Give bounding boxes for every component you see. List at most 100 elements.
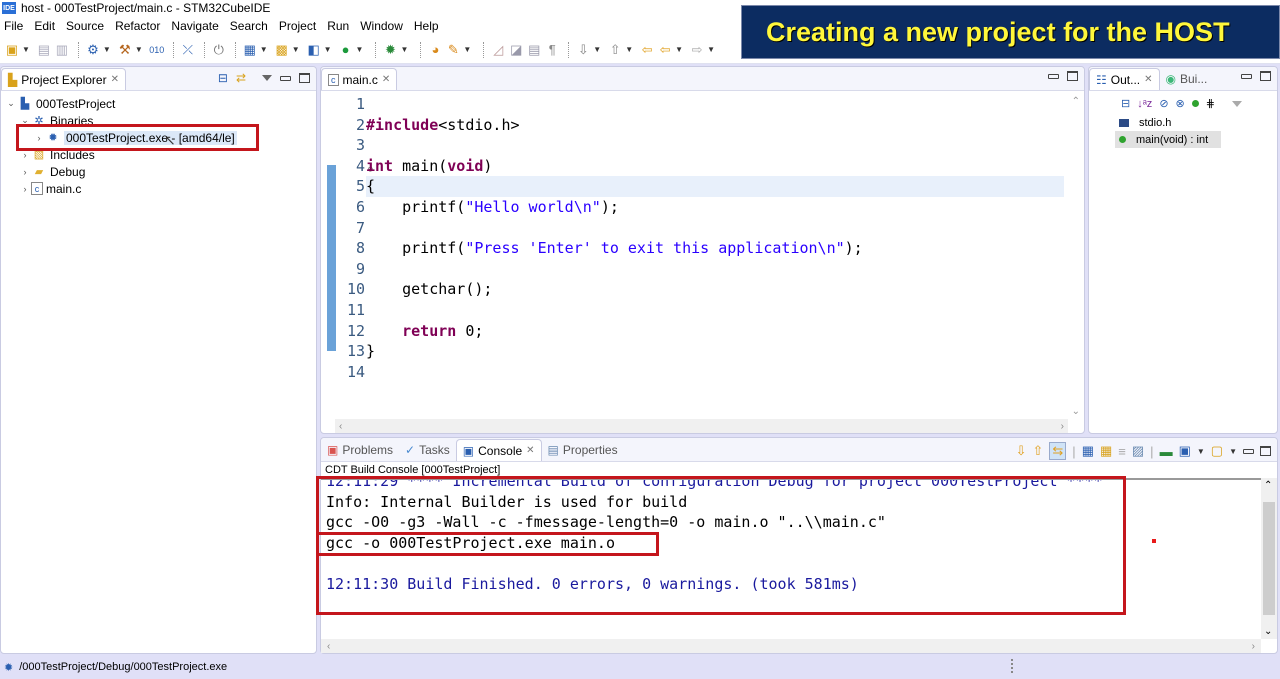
back-dropdown-icon[interactable]: ▼ [675,45,683,54]
run-dropdown-icon[interactable]: ▼ [356,45,364,54]
scroll-up-icon[interactable]: ⌃ [1072,96,1080,107]
maximize-icon[interactable] [1067,71,1078,81]
minimize-icon[interactable] [1243,448,1254,454]
debug-bug-icon[interactable]: ✹ [382,42,398,58]
minimize-icon[interactable] [280,75,291,81]
pencil-dropdown-icon[interactable]: ▼ [463,45,471,54]
tab-build-targets[interactable]: ◉ Bui... [1160,68,1214,90]
close-icon[interactable]: ✕ [526,445,534,456]
prev-error-icon[interactable]: ⇧ [1032,443,1043,459]
code-text[interactable]: #include<stdio.h> int main(void){ printf(… [366,94,1064,382]
code-line[interactable] [366,300,1064,321]
last-edit-icon[interactable]: ⇦ [639,42,655,58]
console-vertical-scrollbar[interactable]: ⌃ ⌄ [1261,478,1277,639]
close-icon[interactable]: ✕ [111,74,119,85]
tree-item-executable[interactable]: › ✹ 000TestProject.exe - [amd64/le] [1,129,316,146]
word-wrap-icon[interactable]: ≡ [1118,444,1126,459]
new-dropdown-icon[interactable]: ▼ [22,45,30,54]
scroll-left-icon[interactable]: ‹ [339,421,342,432]
code-line[interactable] [366,362,1064,383]
menu-navigate[interactable]: Navigate [171,19,218,33]
tree-item-debug[interactable]: › ▰ Debug [1,163,316,180]
scroll-right-icon[interactable]: › [1252,641,1255,652]
display-console-dropdown-icon[interactable]: ▼ [1197,447,1205,456]
collapse-chevron-icon[interactable]: › [33,133,45,143]
tab-properties[interactable]: ▤ Properties [542,439,624,461]
pin-console-icon[interactable]: ▦ [1100,443,1112,459]
tab-tasks[interactable]: ✓ Tasks [399,439,456,461]
expand-chevron-icon[interactable]: ⌄ [19,115,31,126]
collapse-all-icon[interactable]: ⊟ [1121,97,1130,110]
tree-item-project[interactable]: ⌄ ▙ 000TestProject [1,95,316,112]
code-line[interactable]: { [366,176,1064,197]
scroll-down-icon[interactable]: ⌄ [1264,626,1272,637]
save-all-icon[interactable]: ▥ [54,42,70,58]
editor-horizontal-scrollbar[interactable]: ‹ › [335,419,1068,433]
menu-refactor[interactable]: Refactor [115,19,160,33]
save-icon[interactable]: ▤ [36,42,52,58]
sort-icon[interactable]: ↓ᵃz [1137,98,1152,110]
tab-console[interactable]: ▣ Console ✕ [455,439,542,461]
build-config-icon[interactable]: ⚙ [85,42,101,58]
tab-outline[interactable]: ☷ Out... ✕ [1089,68,1160,90]
tab-main-c[interactable]: c main.c ✕ [321,68,398,90]
collapse-chevron-icon[interactable]: › [19,184,31,194]
hide-nonpublic-icon[interactable] [1191,100,1199,107]
close-icon[interactable]: ✕ [1144,74,1152,85]
tab-project-explorer[interactable]: ▙ Project Explorer ✕ [1,68,126,90]
menu-search[interactable]: Search [230,19,268,33]
open-console-icon[interactable]: ▬ [1160,444,1173,459]
next-error-icon[interactable]: ⇩ [1016,443,1027,459]
link-editor-icon[interactable]: ⇄ [236,71,246,85]
annotation-icon[interactable]: ◿ [490,42,506,58]
build-dropdown-icon[interactable]: ▼ [135,45,143,54]
build-hammer-icon[interactable]: ⚒ [117,42,133,58]
open-perspective-icon[interactable]: ◕ [427,42,443,58]
menu-source[interactable]: Source [66,19,104,33]
tree-item-includes[interactable]: › ▧ Includes [1,146,316,163]
maximize-icon[interactable] [1260,446,1271,456]
view-menu-icon[interactable] [1231,100,1242,107]
minimize-icon[interactable] [1048,73,1059,79]
code-editor[interactable]: 1 2 3 4 ⊖ 5 6 7 8 9 10 11 12 13 14 #include<stdio.h> in… [321,92,1084,419]
debug-skip-icon[interactable]: ⤫ [180,42,196,58]
new-c-project-dropdown-icon[interactable]: ▼ [260,45,268,54]
next-annotation-icon[interactable]: ⇩ [575,42,591,58]
menu-window[interactable]: Window [360,19,403,33]
code-line[interactable]: printf("Hello world\n"); [366,197,1064,218]
scrollbar-thumb[interactable] [1263,502,1275,615]
menu-edit[interactable]: Edit [34,19,55,33]
outline-item-stdio[interactable]: stdio.h [1115,114,1277,131]
minimize-icon[interactable] [1241,73,1252,79]
menu-run[interactable]: Run [327,19,349,33]
tab-problems[interactable]: ▣ Problems [321,439,399,461]
collapse-chevron-icon[interactable]: › [19,167,31,177]
new-folder-icon[interactable]: ▩ [274,42,290,58]
code-line[interactable]: int main(void) [366,156,1064,177]
code-line[interactable]: getchar(); [366,279,1064,300]
new-class-dropdown-icon[interactable]: ▼ [324,45,332,54]
menu-help[interactable]: Help [414,19,439,33]
scroll-right-icon[interactable]: › [1061,421,1064,432]
code-line[interactable] [366,218,1064,239]
new-console-dropdown-icon[interactable]: ▼ [1229,447,1237,456]
device-config-icon[interactable]: ⏻ [211,42,227,58]
scroll-lock-icon[interactable]: ⇆ [1049,442,1067,460]
pencil-icon[interactable]: ✎ [445,42,461,58]
new-icon[interactable]: ▣ [4,42,20,58]
prev-annotation-icon[interactable]: ⇧ [607,42,623,58]
next-annotation-dropdown-icon[interactable]: ▼ [593,45,601,54]
show-on-output-icon[interactable]: ▦ [1082,443,1094,459]
code-line[interactable]: } [366,341,1064,362]
code-line[interactable]: return 0; [366,321,1064,342]
maximize-icon[interactable] [1260,71,1271,81]
code-line[interactable] [366,94,1064,115]
hide-macros-icon[interactable]: ⋕ [1206,97,1215,110]
code-line[interactable] [366,135,1064,156]
outline-item-main[interactable]: main(void) : int [1115,131,1221,148]
new-class-icon[interactable]: ◧ [306,42,322,58]
expand-chevron-icon[interactable]: ⌄ [5,98,17,109]
tree-item-binaries[interactable]: ⌄ ✲ Binaries [1,112,316,129]
run-icon[interactable]: ● [338,42,354,58]
collapse-chevron-icon[interactable]: › [19,150,31,160]
